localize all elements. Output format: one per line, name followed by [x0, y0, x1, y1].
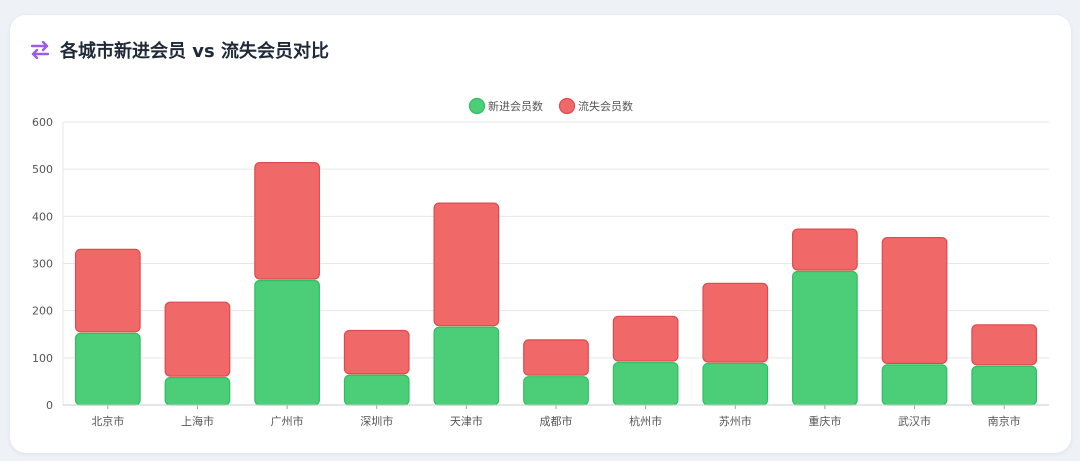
- x-tick-label: 南京市: [988, 414, 1021, 428]
- new-members-bar: [523, 376, 589, 406]
- x-tick-label: 苏州市: [719, 414, 752, 428]
- new-members-bar: [254, 279, 320, 406]
- lost-members-bar: [971, 324, 1038, 366]
- new-members-bar: [971, 365, 1038, 406]
- x-tick-label: 广州市: [271, 414, 304, 428]
- lost-members-bar: [702, 282, 769, 363]
- x-tick-label: 重庆市: [808, 414, 841, 428]
- x-tick-label: 杭州市: [629, 414, 662, 428]
- lost-members-bar: [74, 248, 141, 333]
- chart-card: 各城市新进会员 vs 流失会员对比 0 100 200 300 400 500 600 北京市…: [10, 15, 1071, 453]
- new-members-bar: [612, 361, 679, 406]
- new-members-bar: [702, 362, 769, 406]
- lost-members-bar: [164, 301, 231, 377]
- x-tick-label: 上海市: [181, 414, 214, 428]
- y-tick-label: 300: [32, 258, 53, 271]
- new-members-bar: [343, 374, 410, 406]
- y-tick-label: 200: [32, 305, 53, 318]
- legend-swatch-new: [468, 97, 486, 115]
- lost-members-bar: [254, 161, 320, 280]
- new-members-bar: [74, 332, 141, 406]
- y-tick-label: 0: [46, 399, 53, 412]
- y-tick-label: 500: [32, 163, 53, 176]
- y-tick-label: 100: [32, 352, 53, 365]
- stacked-bar-chart: 0 100 200 300 400 500 600 北京市 上海市 广州市 深圳市 天津市 成都市 杭州市…: [32, 97, 1049, 428]
- x-tick-label: 深圳市: [360, 414, 393, 428]
- lost-members-bar: [343, 329, 410, 375]
- legend-swatch-lost: [558, 97, 576, 115]
- legend-label-new: 新进会员数: [488, 99, 543, 113]
- new-members-bar: [881, 364, 948, 406]
- y-tick-label: 600: [32, 116, 53, 129]
- lost-members-bar: [792, 228, 858, 271]
- new-members-bar: [792, 270, 858, 406]
- new-members-bar: [164, 377, 231, 406]
- new-members-bar: [433, 326, 500, 406]
- x-tick-label: 北京市: [91, 414, 124, 428]
- legend-label-lost: 流失会员数: [578, 99, 633, 113]
- x-tick-label: 成都市: [540, 414, 573, 428]
- lost-members-bar: [612, 315, 679, 362]
- x-tick-label: 天津市: [450, 414, 483, 428]
- lost-members-bar: [881, 236, 948, 365]
- lost-members-bar: [523, 339, 589, 376]
- lost-members-bar: [433, 202, 500, 327]
- y-tick-label: 400: [32, 210, 53, 223]
- x-tick-label: 武汉市: [898, 414, 931, 428]
